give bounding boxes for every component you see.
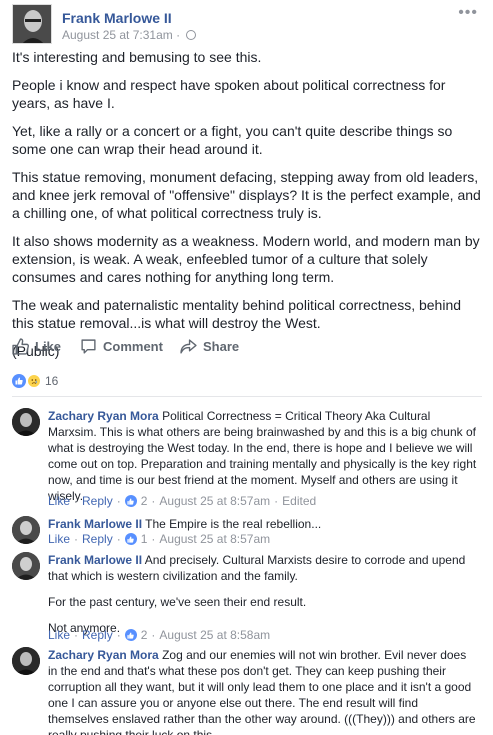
comment-timestamp[interactable]: August 25 at 8:57am [159,494,270,508]
commenter-name[interactable]: Frank Marlowe II [48,553,142,567]
reactions-summary[interactable]: 16 [12,374,58,388]
post-paragraph: People i know and respect have spoken ab… [12,77,446,111]
commenter-avatar[interactable] [12,552,40,580]
comment-text-block: Zachary Ryan Mora Zog and our enemies wi… [48,647,478,735]
commenter-name[interactable]: Frank Marlowe II [48,517,142,531]
globe-icon [186,30,197,40]
like-label: Like [35,339,62,354]
commenter-avatar[interactable] [12,408,40,436]
sad-reaction-icon [27,374,41,388]
comment-like-link[interactable]: Like [48,628,70,642]
post-actions: Like Comment Share [12,338,482,360]
post-timestamp[interactable]: August 25 at 7:31am [62,28,173,42]
post-paragraph: Yet, like a rally or a concert or a figh… [12,123,453,157]
comment-text-block: Frank Marlowe II The Empire is the real … [48,516,478,532]
post-body: It's interesting and bemusing to see thi… [12,48,482,370]
share-icon [180,339,197,354]
post-paragraph: It's interesting and bemusing to see thi… [12,49,262,65]
post-paragraph: The weak and paternalistic mentality beh… [12,297,462,331]
share-label: Share [203,339,240,354]
thumbs-up-icon [12,338,29,355]
like-bubble-icon [124,629,137,641]
more-options-icon[interactable]: ••• [458,4,478,22]
author-avatar[interactable] [12,4,52,44]
comment-reply-link[interactable]: Reply [82,494,113,508]
comment-actions: Like · Reply · 1 · August 25 at 8:57am [48,532,271,546]
commenter-avatar[interactable] [12,516,40,544]
share-button[interactable]: Share [180,338,239,355]
like-reaction-icon [12,374,26,388]
comment-actions: Like · Reply · 2 · August 25 at 8:58am [48,628,271,642]
comment-actions: Like · Reply · 2 · August 25 at 8:57am · Edi… [48,494,317,508]
meta-separator: · [176,28,181,42]
post-meta: August 25 at 7:31am · [62,28,197,42]
comment-text-continued: For the past century, we've seen their e… [48,595,307,609]
comment-like-link[interactable]: Like [48,494,70,508]
comment-label: Comment [103,339,163,354]
comment-text-block: Zachary Ryan Mora Political Correctness … [48,408,478,504]
comment-like-count: 2 [140,494,148,508]
divider [12,396,482,397]
comment-text: The Empire is the real rebellion... [145,517,322,531]
comment-text-block: Frank Marlowe II And precisely. Cultural… [48,552,478,636]
reaction-count: 16 [45,374,59,388]
post-paragraph: It also shows modernity as a weakness. M… [12,233,480,285]
like-bubble-icon [124,533,137,545]
comment-timestamp[interactable]: August 25 at 8:58am [159,628,270,642]
comment-icon [81,339,96,354]
comment-like-count: 2 [140,628,148,642]
like-bubble-icon [124,495,137,507]
comment-reply-link[interactable]: Reply [82,628,113,642]
comment-button[interactable]: Comment [80,338,163,355]
comment-like-link[interactable]: Like [48,532,70,546]
comment-timestamp[interactable]: August 25 at 8:57am [159,532,270,546]
comment-text: Political Correctness = Critical Theory … [48,409,477,503]
comment-reply-link[interactable]: Reply [82,532,113,546]
commenter-name[interactable]: Zachary Ryan Mora [48,409,159,423]
post-header: Frank Marlowe II August 25 at 7:31am · •… [12,4,482,48]
comment-edited[interactable]: Edited [282,494,316,508]
post-author-name[interactable]: Frank Marlowe II [62,10,172,26]
commenter-name[interactable]: Zachary Ryan Mora [48,648,159,662]
comment-like-count: 1 [140,532,148,546]
like-button[interactable]: Like [12,338,61,355]
post-paragraph: This statue removing, monument defacing,… [12,169,481,221]
commenter-avatar[interactable] [12,647,40,675]
